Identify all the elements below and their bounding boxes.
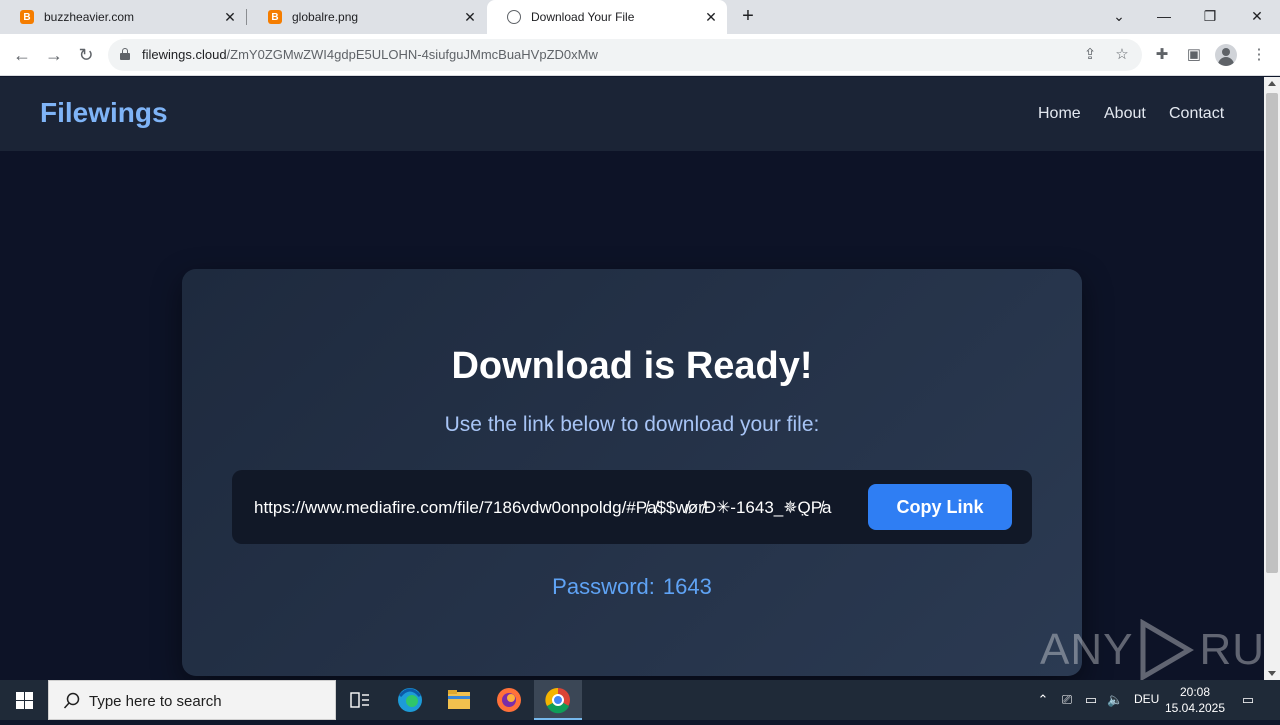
tab-title: globalre.png bbox=[292, 10, 359, 24]
tab-download-your-file[interactable]: Download Your File ✕ bbox=[487, 0, 727, 34]
reload-icon[interactable]: ↻ bbox=[75, 44, 97, 66]
forward-icon[interactable]: → bbox=[43, 44, 65, 66]
window-close-icon[interactable]: ✕ bbox=[1245, 4, 1269, 28]
back-icon[interactable]: ← bbox=[11, 44, 33, 66]
password-label: Password: bbox=[552, 574, 655, 599]
nav-about-link[interactable]: About bbox=[1104, 105, 1146, 123]
windows-taskbar: Type here to search ⌃ ⎚ ▭ 🔈 DEU 20:08 15… bbox=[0, 680, 1280, 720]
tab-separator bbox=[246, 9, 247, 25]
volume-icon[interactable]: 🔈 bbox=[1107, 692, 1123, 708]
page-scrollbar[interactable] bbox=[1264, 77, 1280, 680]
extensions-puzzle-icon[interactable]: ✚ bbox=[1152, 45, 1172, 65]
notification-icon[interactable]: ▭ bbox=[1240, 692, 1256, 708]
tab-title: buzzheavier.com bbox=[44, 10, 135, 24]
password-value: 1643 bbox=[662, 574, 712, 599]
password-line: Password: 1643 bbox=[182, 574, 1082, 600]
firefox-icon[interactable] bbox=[485, 680, 533, 720]
taskbar-search-input[interactable]: Type here to search bbox=[48, 680, 336, 720]
anyrun-watermark-logo: ANY RUN bbox=[1040, 619, 1264, 680]
download-card: Download is Ready! Use the link below to… bbox=[182, 269, 1082, 676]
lock-icon bbox=[120, 48, 130, 60]
new-tab-icon[interactable]: + bbox=[738, 6, 758, 26]
site-logo[interactable]: Filewings bbox=[40, 97, 168, 129]
minimize-icon[interactable]: — bbox=[1152, 4, 1176, 28]
scroll-up-icon[interactable] bbox=[1268, 81, 1276, 86]
task-view-icon[interactable] bbox=[336, 680, 384, 720]
nav-contact-link[interactable]: Contact bbox=[1169, 105, 1224, 123]
blogger-favicon-icon: B bbox=[20, 10, 34, 24]
tray-chevron-up-icon[interactable]: ⌃ bbox=[1035, 692, 1051, 708]
network-icon[interactable]: ▭ bbox=[1083, 692, 1099, 708]
copy-link-button[interactable]: Copy Link bbox=[868, 484, 1012, 530]
page-viewport: Filewings Home About Contact Download is… bbox=[0, 77, 1264, 680]
search-icon bbox=[63, 692, 80, 709]
site-header: Filewings Home About Contact bbox=[0, 77, 1264, 151]
bookmark-star-icon[interactable]: ☆ bbox=[1112, 45, 1132, 65]
windows-start-icon[interactable] bbox=[0, 680, 48, 720]
download-link[interactable]: https://www.mediafire.com/file/7186vdw0o… bbox=[254, 498, 866, 518]
profile-avatar-icon[interactable] bbox=[1215, 44, 1237, 66]
taskbar-clock[interactable]: 20:08 15.04.2025 bbox=[1160, 684, 1230, 716]
side-panel-icon[interactable]: ▣ bbox=[1184, 45, 1204, 65]
browser-tab-bar: B buzzheavier.com ✕ B globalre.png ✕ Dow… bbox=[0, 0, 1280, 34]
play-triangle-icon bbox=[1140, 619, 1195, 680]
share-icon[interactable]: ⇪ bbox=[1080, 45, 1100, 65]
edge-browser-icon[interactable] bbox=[386, 680, 434, 720]
language-indicator[interactable]: DEU bbox=[1134, 692, 1159, 708]
watermark-text-right: RUN bbox=[1199, 625, 1264, 674]
download-link-box: https://www.mediafire.com/file/7186vdw0o… bbox=[232, 470, 1032, 544]
file-explorer-icon[interactable] bbox=[435, 680, 483, 720]
close-icon[interactable]: ✕ bbox=[462, 9, 478, 25]
nav-home-link[interactable]: Home bbox=[1038, 105, 1081, 123]
tab-globalre[interactable]: B globalre.png ✕ bbox=[248, 0, 486, 34]
page-title: Download is Ready! bbox=[451, 345, 813, 387]
instruction-text: Use the link below to download your file… bbox=[444, 413, 820, 436]
scrollbar-thumb[interactable] bbox=[1266, 93, 1278, 573]
scroll-down-icon[interactable] bbox=[1268, 671, 1276, 676]
address-bar[interactable]: filewings.cloud/ZmY0ZGMwZWI4gdpE5ULOHN-4… bbox=[108, 39, 1142, 71]
tab-search-chevron-icon[interactable]: ⌄ bbox=[1107, 4, 1131, 28]
chrome-icon[interactable] bbox=[534, 680, 582, 720]
blogger-favicon-icon: B bbox=[268, 10, 282, 24]
tab-buzzheavier[interactable]: B buzzheavier.com ✕ bbox=[0, 0, 246, 34]
watermark-text-left: ANY bbox=[1040, 625, 1134, 674]
search-placeholder: Type here to search bbox=[89, 693, 222, 710]
menu-kebab-icon[interactable]: ⋮ bbox=[1249, 45, 1269, 65]
close-icon[interactable]: ✕ bbox=[703, 9, 719, 25]
url-path: /ZmY0ZGMwZWI4gdpE5ULOHN-4siufguJMmcBuaHV… bbox=[226, 47, 598, 62]
restore-icon[interactable]: ❐ bbox=[1198, 4, 1222, 28]
globe-icon bbox=[507, 10, 521, 24]
tab-title: Download Your File bbox=[531, 10, 635, 24]
clock-date: 15.04.2025 bbox=[1164, 701, 1226, 715]
browser-toolbar: ← → ↻ filewings.cloud/ZmY0ZGMwZWI4gdpE5U… bbox=[0, 34, 1280, 76]
clock-time: 20:08 bbox=[1179, 685, 1211, 699]
url-text: filewings.cloud/ZmY0ZGMwZWI4gdpE5ULOHN-4… bbox=[142, 47, 598, 62]
close-icon[interactable]: ✕ bbox=[222, 9, 238, 25]
url-host: filewings.cloud bbox=[142, 47, 227, 62]
tray-device-icon[interactable]: ⎚ bbox=[1059, 692, 1075, 708]
